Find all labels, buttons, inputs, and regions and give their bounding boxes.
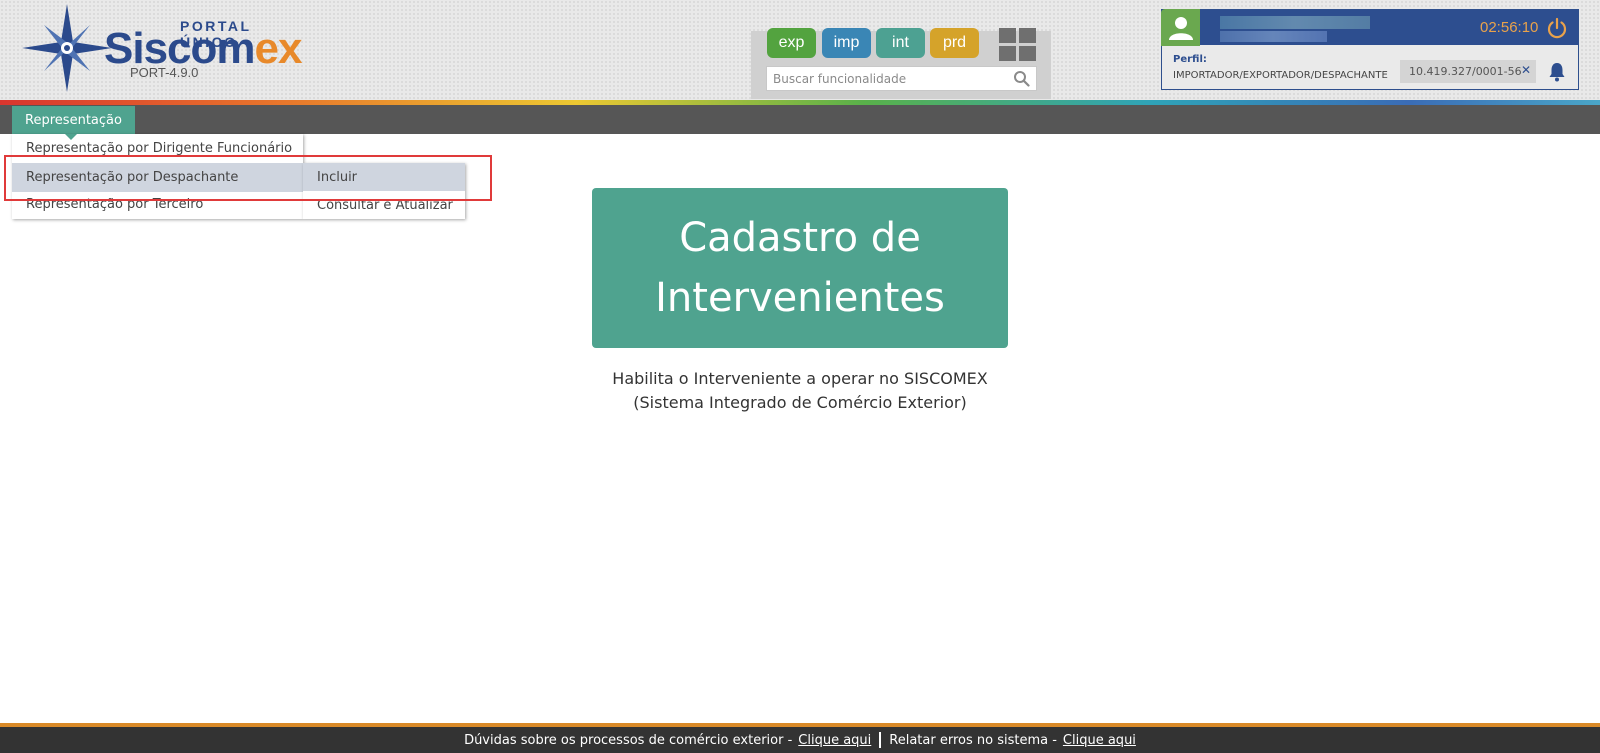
env-exp-button[interactable]: exp <box>767 28 816 58</box>
footer: Dúvidas sobre os processos de comércio e… <box>0 727 1600 753</box>
description-line-2: (Sistema Integrado de Comércio Exterior) <box>633 393 967 412</box>
hero-title-line-1: Cadastro de <box>679 215 921 261</box>
session-timer: 02:56:10 <box>1480 19 1539 36</box>
footer-text-erros: Relatar erros no sistema - <box>889 732 1057 748</box>
grid-cell <box>999 46 1016 61</box>
menu-item-dirigente[interactable]: Representação por Dirigente Funcionário <box>12 134 303 163</box>
footer-link-erros[interactable]: Clique aqui <box>1063 733 1136 748</box>
env-prd-button[interactable]: prd <box>930 28 979 58</box>
bell-icon[interactable] <box>1548 62 1566 82</box>
redacted-user-name <box>1220 16 1370 29</box>
grid-cell <box>999 28 1016 43</box>
search-icon[interactable] <box>1013 70 1030 87</box>
redacted-user-id <box>1220 31 1327 42</box>
description-line-1: Habilita o Interveniente a operar no SIS… <box>612 369 988 388</box>
perfil-value: IMPORTADOR/EXPORTADOR/DESPACHANTE <box>1173 70 1388 81</box>
menu-item-despachante[interactable]: Representação por Despachante <box>12 163 303 192</box>
env-imp-button[interactable]: imp <box>822 28 871 58</box>
menu-caret-icon <box>65 134 77 140</box>
perfil-label: Perfil: <box>1173 54 1207 65</box>
menu-representacao[interactable]: Representação <box>12 106 135 134</box>
user-icon <box>1168 16 1193 40</box>
user-avatar[interactable] <box>1161 9 1200 46</box>
menu-item-terceiro[interactable]: Representação por Terceiro <box>12 190 303 219</box>
grid-cell <box>1019 46 1036 61</box>
despachante-submenu: Incluir Consultar e Atualizar <box>303 163 465 219</box>
hero-description: Habilita o Interveniente a operar no SIS… <box>500 367 1100 415</box>
search-input[interactable] <box>767 67 1007 90</box>
user-panel: 02:56:10 Perfil: IMPORTADOR/EXPORTADOR/D… <box>1161 9 1579 90</box>
clear-cnpj-icon[interactable]: ✕ <box>1521 63 1531 77</box>
footer-text-duvidas: Dúvidas sobre os processos de comércio e… <box>464 732 793 748</box>
cnpj-selector[interactable]: 10.419.327/0001-56 <box>1400 60 1536 83</box>
footer-link-duvidas[interactable]: Clique aqui <box>798 733 871 748</box>
representacao-dropdown: Representação por Dirigente Funcionário … <box>12 134 303 219</box>
env-int-button[interactable]: int <box>876 28 925 58</box>
search-box <box>766 66 1037 91</box>
apps-grid-icon[interactable] <box>999 28 1036 61</box>
grid-cell <box>1019 28 1036 43</box>
submenu-incluir[interactable]: Incluir <box>303 163 465 191</box>
cadastro-intervenientes-tile[interactable]: Cadastro de Intervenientes <box>592 188 1008 348</box>
user-bar: 02:56:10 <box>1162 10 1578 45</box>
hero-title-line-2: Intervenientes <box>655 275 945 321</box>
version-label: PORT-4.9.0 <box>130 65 199 80</box>
brand-part-2: ex <box>254 24 303 73</box>
compass-star-icon <box>22 4 112 92</box>
power-icon[interactable] <box>1546 17 1568 39</box>
footer-separator <box>879 732 882 748</box>
submenu-consultar-atualizar[interactable]: Consultar e Atualizar <box>303 191 465 219</box>
siscomex-logo[interactable]: PORTAL ÚNICO Siscomex PORT-4.9.0 <box>22 4 302 92</box>
nav-bar <box>0 105 1600 134</box>
